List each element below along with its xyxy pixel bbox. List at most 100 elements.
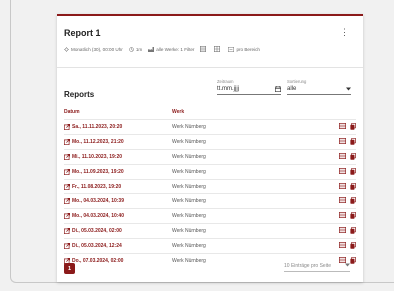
meta-layout: [200, 46, 208, 52]
table-view-icon[interactable]: [339, 182, 346, 190]
report-werk: Werk Nürnberg: [172, 228, 206, 235]
open-report-icon[interactable]: [64, 153, 70, 160]
date-range-field[interactable]: Zeitraum tt.mm.jjjj: [217, 79, 281, 95]
open-report-icon[interactable]: [64, 213, 70, 220]
column-werk[interactable]: Werk: [172, 109, 184, 115]
copy-icon[interactable]: [350, 197, 356, 205]
open-report-icon[interactable]: [64, 243, 70, 250]
table-row: Mo., 11.12.2023, 21:20 Werk Nürnberg: [64, 133, 356, 149]
table-row: Di., 05.03.2024, 12:24 Werk Nürnberg: [64, 238, 356, 253]
report-date: Di., 05.03.2024, 12:24: [72, 243, 122, 250]
table-view-icon[interactable]: [339, 227, 346, 234]
report-date-link[interactable]: Mi., 11.10.2023, 19:20: [64, 153, 123, 160]
report-date: Mo., 04.03.2024, 10:39: [72, 198, 124, 205]
meta-filter: alle Werke: 1 Filter: [148, 46, 195, 52]
open-report-icon[interactable]: [64, 138, 70, 145]
table-view-icon[interactable]: [339, 123, 346, 130]
sort-field[interactable]: Sortierung alle: [287, 79, 351, 95]
chevron-down-icon: [345, 263, 350, 267]
table-view-icon[interactable]: [339, 197, 346, 204]
report-werk: Werk Nürnberg: [172, 258, 206, 265]
page-1-button[interactable]: 1: [64, 263, 75, 274]
open-report-icon[interactable]: [64, 124, 70, 130]
table-row: Mo., 04.03.2024, 10:39 Werk Nürnberg: [64, 193, 356, 208]
report-date-link[interactable]: Sa., 11.11.2023, 20:20: [64, 124, 122, 130]
report-date-link[interactable]: Mo., 04.03.2024, 10:39: [64, 198, 124, 205]
copy-icon[interactable]: [350, 182, 356, 190]
table-view-icon[interactable]: [339, 137, 346, 145]
report-list: Sa., 11.11.2023, 20:20 Werk Nürnberg Mo., …: [64, 119, 356, 268]
table-header: Datum Werk: [64, 108, 356, 118]
chevron-down-icon: [346, 87, 351, 91]
report-werk: Werk Nürnberg: [172, 138, 206, 145]
reports-heading: Reports: [64, 90, 95, 99]
copy-icon[interactable]: [350, 167, 356, 175]
meta-count: 1m: [129, 47, 142, 52]
row-actions: [335, 227, 356, 234]
copy-icon[interactable]: [350, 123, 356, 130]
sort-select[interactable]: alle: [287, 84, 351, 95]
row-actions: [335, 123, 356, 130]
meta-grid: [214, 46, 222, 52]
open-report-icon[interactable]: [64, 228, 70, 235]
meta-filter-text: alle Werke: 1 Filter: [156, 46, 195, 52]
row-actions: [335, 137, 356, 145]
report-werk: Werk Nürnberg: [172, 198, 206, 205]
per-page-value: 10 Einträge pro Seite: [284, 263, 331, 269]
report-date-link[interactable]: Di., 05.03.2024, 02:00: [64, 228, 122, 235]
copy-icon[interactable]: [350, 152, 356, 160]
copy-icon[interactable]: [350, 227, 356, 234]
row-actions: [335, 152, 356, 160]
table-view-icon[interactable]: [339, 212, 346, 219]
table-row: Sa., 11.11.2023, 20:20 Werk Nürnberg: [64, 119, 356, 134]
report-werk: Werk Nürnberg: [172, 243, 206, 250]
report-date: Mo., 04.03.2024, 10:40: [72, 213, 124, 220]
more-menu-icon[interactable]: ⋮: [340, 27, 349, 38]
report-title: Report 1: [64, 28, 101, 38]
report-werk: Werk Nürnberg: [172, 124, 206, 130]
per-page-select[interactable]: 10 Einträge pro Seite: [284, 263, 350, 272]
open-report-icon[interactable]: [64, 168, 70, 175]
time-icon: [129, 46, 134, 52]
meta-schedule-text: Monatlich (30), 00:00 Uhr: [71, 46, 123, 52]
report-date: Fr., 11.08.2023, 19:20: [72, 183, 122, 190]
report-date: Mi., 11.10.2023, 19:20: [72, 153, 123, 160]
report-card: Report 1 ⋮ Monatlich (30), 00:00 Uhr 1m …: [57, 14, 363, 282]
report-werk: Werk Nürnberg: [172, 153, 206, 160]
column-datum[interactable]: Datum: [64, 109, 80, 115]
report-date: Sa., 11.11.2023, 20:20: [72, 124, 123, 130]
table-row: Mi., 11.10.2023, 19:20 Werk Nürnberg: [64, 148, 356, 164]
row-actions: [335, 167, 356, 175]
calendar-icon[interactable]: [275, 86, 281, 92]
copy-icon[interactable]: [350, 212, 356, 220]
open-report-icon[interactable]: [64, 198, 70, 205]
meta-schedule: Monatlich (30), 00:00 Uhr: [64, 46, 123, 52]
table-view-icon[interactable]: [339, 167, 346, 175]
row-actions: [335, 242, 356, 249]
copy-icon[interactable]: [350, 137, 356, 145]
report-date: Mo., 11.12.2023, 21:20: [72, 138, 124, 145]
row-actions: [335, 212, 356, 220]
table-view-icon[interactable]: [339, 152, 346, 160]
table-row: Mo., 04.03.2024, 10:40 Werk Nürnberg: [64, 208, 356, 223]
report-date-link[interactable]: Mo., 04.03.2024, 10:40: [64, 213, 124, 220]
report-date-link[interactable]: Mo., 11.09.2023, 19:20: [64, 168, 124, 175]
report-date-link[interactable]: Di., 05.03.2024, 12:24: [64, 243, 122, 250]
report-date-link[interactable]: Mo., 11.12.2023, 21:20: [64, 138, 124, 145]
table-row: Di., 05.03.2024, 02:00 Werk Nürnberg: [64, 223, 356, 238]
open-report-icon[interactable]: [64, 183, 70, 190]
row-actions: [335, 197, 356, 205]
copy-icon[interactable]: [350, 257, 356, 264]
copy-icon[interactable]: [350, 242, 356, 249]
table-row: Mo., 11.09.2023, 19:20 Werk Nürnberg: [64, 163, 356, 179]
sort-value: alle: [287, 86, 297, 92]
report-werk: Werk Nürnberg: [172, 183, 206, 190]
table-view-icon[interactable]: [339, 242, 346, 249]
range-icon: [228, 46, 235, 52]
date-range-input[interactable]: tt.mm.jjjj: [217, 84, 281, 95]
report-header: Report 1 ⋮ Monatlich (30), 00:00 Uhr 1m …: [57, 16, 363, 59]
report-meta: Monatlich (30), 00:00 Uhr 1m alle Werke:…: [64, 46, 266, 52]
table-icon: [200, 46, 207, 52]
report-date-link[interactable]: Fr., 11.08.2023, 19:20: [64, 183, 122, 190]
report-werk: Werk Nürnberg: [172, 213, 206, 220]
